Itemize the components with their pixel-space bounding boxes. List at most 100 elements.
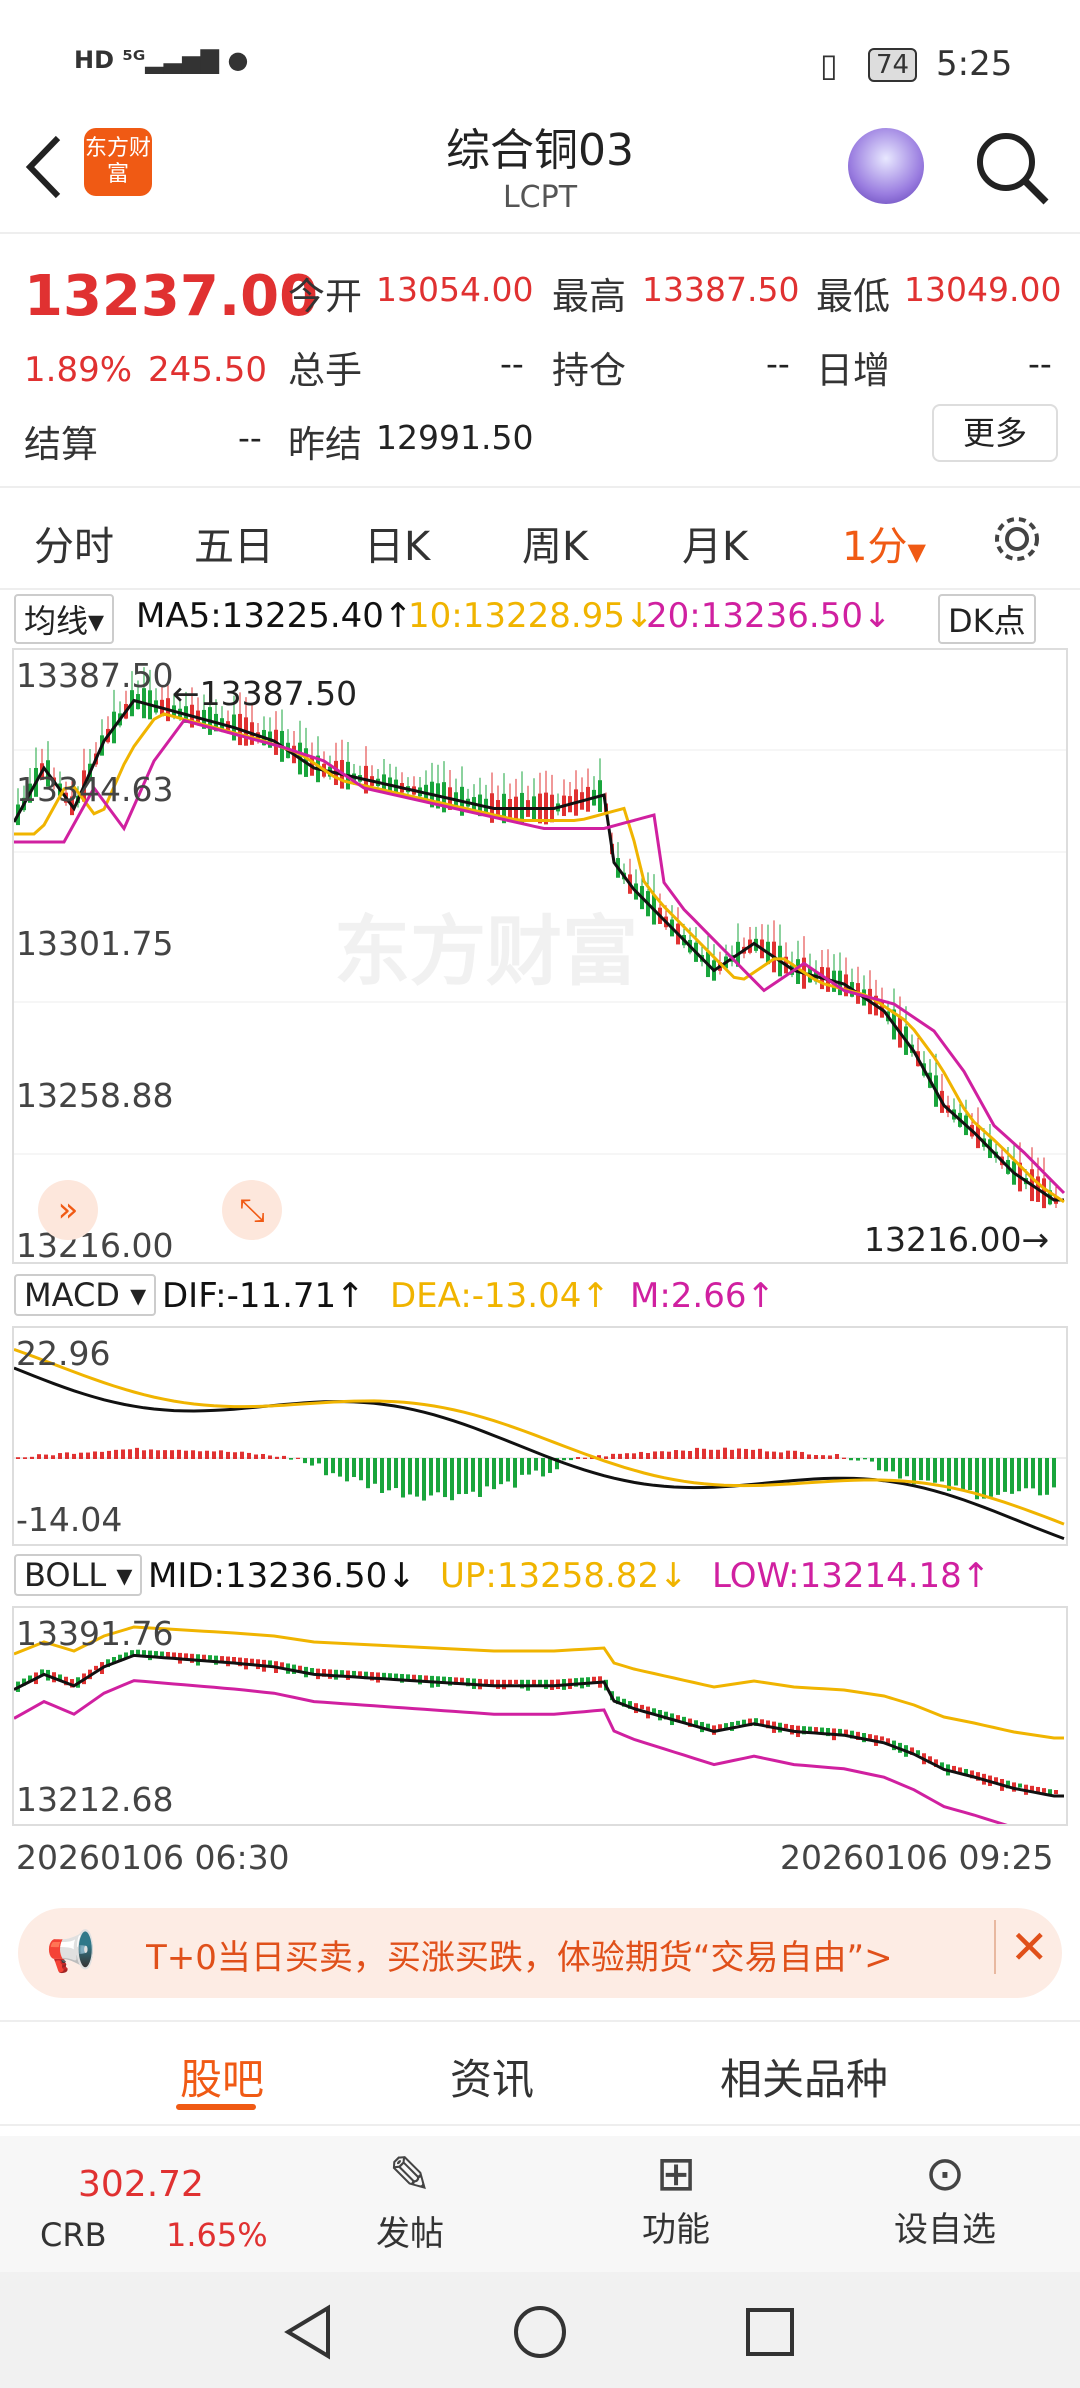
prev-settle-value: 12991.50 <box>376 418 534 457</box>
macd-chart[interactable]: 22.96 -14.04 <box>12 1326 1068 1546</box>
dk-point-button[interactable]: DK点 <box>938 594 1036 644</box>
macd-bar <box>569 1458 573 1461</box>
macd-bar <box>737 1448 741 1459</box>
active-tab-indicator <box>176 2104 256 2110</box>
macd-bar <box>464 1458 468 1494</box>
macd-bar <box>149 1449 153 1459</box>
boll-candle <box>358 1671 362 1677</box>
promo-banner[interactable]: 📢 T+0当日买卖，买涨买跌，体验期货“交易自由”> ✕ <box>18 1908 1062 1998</box>
macd-bar <box>849 1458 853 1461</box>
macd-bar <box>1010 1458 1014 1494</box>
nav-back-icon[interactable] <box>280 2302 340 2362</box>
time-start: 20260106 06:30 <box>16 1838 290 1877</box>
macd-bar <box>1038 1458 1042 1496</box>
change-pct: 1.89% <box>24 350 133 390</box>
macd-bar <box>121 1449 125 1459</box>
last-price: 13237.00 <box>24 264 319 329</box>
macd-bar <box>653 1451 657 1459</box>
macd-bar <box>289 1458 293 1460</box>
daily-inc-value: -- <box>1028 344 1052 383</box>
macd-bar <box>506 1458 510 1482</box>
boll-candle <box>784 1723 788 1729</box>
robot-assistant-icon[interactable] <box>848 128 924 204</box>
tab-related[interactable]: 相关品种 <box>720 2046 888 2107</box>
boll-selector[interactable]: BOLL ▾ <box>14 1554 143 1596</box>
macd-selector[interactable]: MACD ▾ <box>14 1274 157 1316</box>
boll-candle <box>1054 1790 1058 1795</box>
macd-bar <box>317 1458 321 1464</box>
bottom-tabs: 股吧 资讯 相关品种 <box>0 2020 1080 2126</box>
macd-bar <box>247 1452 251 1459</box>
macd-ymax: 22.96 <box>16 1334 111 1373</box>
macd-legend: MACD ▾ DIF:-11.71↑ DEA:-13.04↑ M:2.66↑ <box>0 1268 1080 1324</box>
macd-bar <box>492 1458 496 1490</box>
macd-bar <box>898 1458 902 1479</box>
nav-recent-icon[interactable] <box>740 2302 800 2362</box>
macd-bar <box>814 1455 818 1459</box>
macd-bar <box>527 1458 531 1475</box>
ma5-value: MA5:13225.40↑ <box>136 596 413 636</box>
add-watchlist-button[interactable]: ⊙ 设自选 <box>880 2146 1010 2251</box>
boll-ymin: 13212.68 <box>16 1780 174 1819</box>
fullscreen-icon[interactable]: ⤡ <box>222 1180 282 1240</box>
settings-gear-icon[interactable] <box>990 512 1044 570</box>
macd-bar <box>233 1452 237 1459</box>
macd-bar <box>352 1458 356 1478</box>
macd-bar <box>79 1452 83 1459</box>
dea-line <box>14 1347 1065 1526</box>
macd-bar <box>996 1458 1000 1495</box>
ma-selector[interactable]: 均线▾ <box>14 594 115 644</box>
watermark: 东方财富 <box>334 907 638 996</box>
tab-daily-k[interactable]: 日K <box>364 514 430 572</box>
macd-bar <box>940 1458 944 1482</box>
tab-intraday[interactable]: 分时 <box>34 514 114 572</box>
tab-guba[interactable]: 股吧 <box>180 2046 264 2107</box>
dropdown-icon: ▼ <box>907 538 926 566</box>
macd-bar <box>380 1458 384 1493</box>
nav-home-icon[interactable] <box>510 2302 570 2362</box>
macd-bar <box>1003 1458 1007 1492</box>
macd-bar <box>730 1449 734 1459</box>
tab-one-minute[interactable]: 1分▼ <box>842 514 926 572</box>
macd-bar <box>674 1450 678 1459</box>
expand-arrows-icon[interactable]: » <box>38 1180 98 1240</box>
macd-bar <box>37 1454 41 1459</box>
ma20-value: 20:13236.50↓ <box>646 596 892 636</box>
macd-bar <box>961 1458 965 1490</box>
macd-bar <box>100 1451 104 1459</box>
macd-bar <box>618 1453 622 1459</box>
macd-bar <box>30 1456 34 1459</box>
macd-bar <box>23 1457 27 1459</box>
y-tick-2: 13344.63 <box>16 770 174 809</box>
more-button[interactable]: 更多 <box>932 404 1058 462</box>
open-interest-label: 持仓 <box>552 349 626 392</box>
macd-bar <box>128 1449 132 1459</box>
function-button[interactable]: ⊞ 功能 <box>626 2146 726 2251</box>
search-icon[interactable] <box>972 128 1052 212</box>
settle-value: -- <box>238 418 262 457</box>
macd-bar <box>912 1458 916 1485</box>
settle-label: 结算 <box>24 423 98 466</box>
macd-bar <box>751 1449 755 1459</box>
tab-weekly-k[interactable]: 周K <box>522 514 588 572</box>
watchlist-label: 设自选 <box>894 2210 996 2250</box>
tab-monthly-k[interactable]: 月K <box>682 514 748 572</box>
macd-bar <box>107 1450 111 1459</box>
battery-icon: 74 <box>868 48 918 82</box>
kline-chart[interactable]: 东方财富 13387.50 13344.63 13301.75 13258.88… <box>12 648 1068 1265</box>
macd-bar <box>163 1450 167 1459</box>
macd-bar <box>681 1450 685 1459</box>
crb-index[interactable]: 302.72 CRB 1.65% <box>0 2136 270 2272</box>
tab-five-day[interactable]: 五日 <box>194 514 274 572</box>
boll-candle <box>268 1660 272 1666</box>
macd-bar <box>198 1451 202 1459</box>
macd-bar <box>359 1458 363 1481</box>
close-icon[interactable]: ✕ <box>994 1920 1049 1974</box>
macd-bar <box>387 1458 391 1491</box>
status-bar: HD ⁵ᴳ▂▃▅▇ ● ▯ 74 5:25 <box>0 0 1080 120</box>
macd-bar <box>72 1453 76 1459</box>
macd-bar <box>583 1457 587 1459</box>
post-button[interactable]: ✎ 发帖 <box>360 2146 460 2255</box>
boll-chart[interactable]: 13391.76 13212.68 <box>12 1606 1068 1826</box>
tab-news[interactable]: 资讯 <box>450 2046 534 2107</box>
